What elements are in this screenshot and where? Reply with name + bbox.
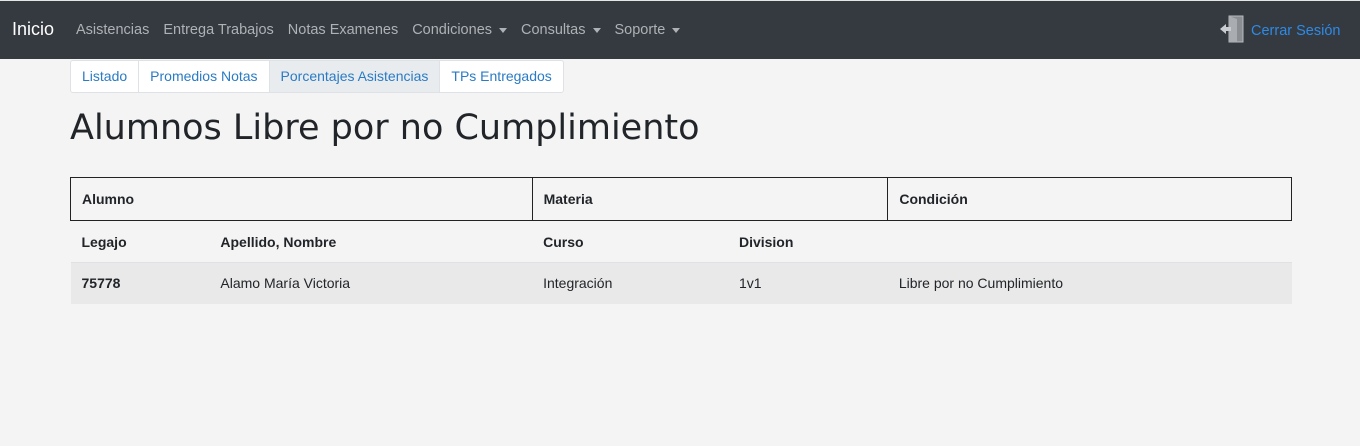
cell-apellido-nombre: Alamo María Victoria <box>209 262 533 304</box>
page-title: Alumnos Libre por no Cumplimiento <box>70 108 700 148</box>
table-group-header: Alumno Materia Condición <box>70 177 1292 221</box>
tab-porcentajes-asistencias[interactable]: Porcentajes Asistencias <box>269 61 441 92</box>
caret-down-icon <box>592 27 601 33</box>
group-header-condicion: Condición <box>887 177 1292 221</box>
cell-legajo: 75778 <box>70 262 210 304</box>
column-header-legajo: Legajo <box>70 220 210 263</box>
nav-menu: Asistencias Entrega Trabajos Notas Exame… <box>76 22 694 38</box>
table-column-header: Legajo Apellido, Nombre Curso Division <box>70 220 1292 263</box>
tab-listado[interactable]: Listado <box>71 61 140 92</box>
group-header-materia: Materia <box>531 177 889 221</box>
logout-label: Cerrar Sesión <box>1251 22 1341 39</box>
nav-consultas-dropdown[interactable]: Consultas <box>521 22 601 38</box>
table-row: 75778 Alamo María Victoria Integración 1… <box>70 262 1292 304</box>
cell-division: 1v1 <box>727 262 888 304</box>
column-header-apellido-nombre: Apellido, Nombre <box>209 220 533 263</box>
caret-down-icon <box>672 27 681 33</box>
nav-condiciones-dropdown[interactable]: Condiciones <box>412 22 508 38</box>
students-table: Alumno Materia Condición Legajo Apellido… <box>70 177 1292 304</box>
tab-tps-entregados[interactable]: TPs Entregados <box>440 61 562 92</box>
tab-group: Listado Promedios Notas Porcentajes Asis… <box>70 60 564 93</box>
nav-soporte-dropdown[interactable]: Soporte <box>615 22 681 38</box>
top-navbar: Inicio Asistencias Entrega Trabajos Nota… <box>0 0 1360 59</box>
column-header-condicion <box>887 220 1292 263</box>
tab-promedios-notas[interactable]: Promedios Notas <box>139 61 270 92</box>
cell-curso: Integración <box>532 262 728 304</box>
group-header-alumno: Alumno <box>70 177 533 221</box>
caret-down-icon <box>499 27 508 33</box>
nav-entrega-trabajos[interactable]: Entrega Trabajos <box>163 22 273 38</box>
nav-asistencias[interactable]: Asistencias <box>76 22 149 38</box>
brand-link[interactable]: Inicio <box>12 19 54 40</box>
column-header-division: Division <box>727 220 888 263</box>
nav-notas-examenes[interactable]: Notas Examenes <box>288 22 398 38</box>
cell-condicion: Libre por no Cumplimiento <box>887 262 1292 304</box>
exit-door-icon <box>1219 15 1245 46</box>
column-header-curso: Curso <box>532 220 728 263</box>
logout-button[interactable]: Cerrar Sesión <box>1219 15 1340 46</box>
